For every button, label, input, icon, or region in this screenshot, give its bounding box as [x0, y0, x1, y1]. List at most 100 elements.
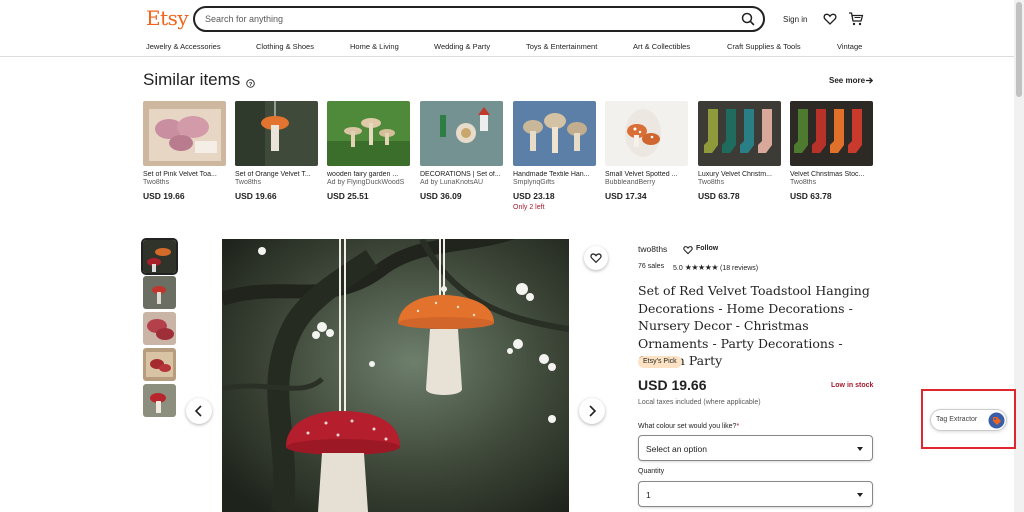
item-title[interactable]: Luxury Velvet Christm... [698, 171, 781, 178]
category-vintage[interactable]: Vintage [837, 42, 862, 51]
chevron-right-icon [589, 405, 597, 417]
item-thumbnail[interactable] [420, 101, 503, 166]
similar-item-card[interactable]: Velvet Christmas Stoc... Two8ths USD 63.… [790, 101, 873, 201]
favorite-item-button[interactable] [584, 246, 608, 270]
item-thumbnail[interactable] [790, 101, 873, 166]
item-shop: Two8ths [698, 179, 725, 186]
rating-summary[interactable]: 5.0 ★★★★★ (18 reviews) [673, 263, 758, 272]
heart-icon [683, 246, 693, 255]
tag-extractor-label: Tag Extractor [936, 416, 978, 423]
required-marker: * [736, 423, 740, 430]
colour-set-select[interactable]: Select an option [638, 435, 873, 461]
item-title[interactable]: Small Velvet Spotted ... [605, 171, 688, 178]
gallery-thumbnail[interactable] [143, 312, 176, 345]
quantity-select[interactable]: 1 [638, 481, 873, 507]
category-clothing[interactable]: Clothing & Shoes [256, 42, 314, 51]
sales-count: 76 sales [638, 263, 665, 270]
next-image-button[interactable] [579, 398, 605, 424]
similar-item-card[interactable]: DECORATIONS | Set of... Ad by LunaKnotsA… [420, 101, 503, 201]
item-price: USD 25.51 [327, 191, 369, 201]
cart-icon[interactable] [848, 11, 864, 27]
sign-in-link[interactable]: Sign in [783, 15, 807, 24]
item-thumbnail[interactable] [143, 101, 226, 166]
etsy-logo[interactable]: Etsy [146, 6, 189, 30]
review-count[interactable]: (18 reviews) [720, 265, 758, 272]
caret-down-icon [857, 493, 863, 497]
star-rating-icon: ★★★★★ [684, 263, 719, 272]
item-price: USD 19.66 [143, 191, 185, 201]
item-title[interactable]: Set of Pink Velvet Toa... [143, 171, 226, 178]
item-shop: Two8ths [235, 179, 262, 186]
similar-item-card[interactable]: Handmade Textile Han... SmplynqGifts USD… [513, 101, 596, 211]
rating-value: 5.0 [673, 265, 683, 272]
item-shop: Ad by LunaKnotsAU [420, 179, 484, 186]
search-icon[interactable] [739, 10, 757, 28]
category-jewelry[interactable]: Jewelry & Accessories [146, 42, 221, 51]
search-bar[interactable] [193, 6, 765, 32]
main-product-image[interactable] [222, 239, 569, 512]
item-title[interactable]: wooden fairy garden ... [327, 171, 410, 178]
stock-warning: Only 2 left [513, 204, 545, 211]
item-price: USD 63.78 [698, 191, 740, 201]
item-title[interactable]: DECORATIONS | Set of... [420, 171, 503, 178]
help-circle-icon[interactable]: ? [246, 79, 255, 88]
gallery-thumbnail[interactable] [143, 276, 176, 309]
gallery-thumbnail[interactable] [143, 348, 176, 381]
etsys-pick-badge: Etsy's Pick [638, 356, 682, 368]
item-price: USD 63.78 [790, 191, 832, 201]
similar-item-card[interactable]: Small Velvet Spotted ... BubbleandBerry … [605, 101, 688, 201]
item-title[interactable]: Velvet Christmas Stoc... [790, 171, 873, 178]
gallery-thumbnail-selected[interactable] [141, 238, 178, 275]
item-shop: BubbleandBerry [605, 179, 656, 186]
caret-down-icon [857, 447, 863, 451]
colour-set-value: Select an option [646, 444, 707, 454]
item-shop: Two8ths [790, 179, 817, 186]
item-thumbnail[interactable] [513, 101, 596, 166]
product-price: USD 19.66 [638, 377, 707, 393]
item-price: USD 17.34 [605, 191, 647, 201]
site-header: Etsy Sign in Jewelry & Accessories Cloth… [0, 0, 1014, 57]
quantity-label: Quantity [638, 468, 665, 475]
previous-image-button[interactable] [186, 398, 212, 424]
see-more-link[interactable]: See more [829, 76, 865, 85]
item-title[interactable]: Set of Orange Velvet T... [235, 171, 318, 178]
item-price: USD 23.18 [513, 191, 555, 201]
category-craft[interactable]: Craft Supplies & Tools [727, 42, 801, 51]
heart-icon [590, 253, 602, 264]
search-input[interactable] [205, 11, 725, 27]
tag-extractor-logo-icon [988, 412, 1005, 429]
category-art[interactable]: Art & Collectibles [633, 42, 690, 51]
svg-text:?: ? [249, 82, 253, 88]
item-thumbnail[interactable] [327, 101, 410, 166]
arrow-right-icon[interactable] [865, 76, 874, 85]
follow-label: Follow [696, 245, 719, 252]
low-stock-warning: Low in stock [831, 382, 874, 389]
shop-name-link[interactable]: two8ths [638, 244, 667, 254]
item-price: USD 36.09 [420, 191, 462, 201]
item-shop: Two8ths [143, 179, 170, 186]
item-thumbnail[interactable] [605, 101, 688, 166]
chevron-left-icon [194, 405, 202, 417]
similar-items-heading: Similar items [143, 70, 241, 89]
item-title[interactable]: Handmade Textile Han... [513, 171, 596, 178]
similar-item-card[interactable]: Set of Orange Velvet T... Two8ths USD 19… [235, 101, 318, 201]
tax-note: Local taxes included (where applicable) [638, 399, 761, 406]
similar-item-card[interactable]: wooden fairy garden ... Ad by FlyingDuck… [327, 101, 410, 201]
tag-extractor-button[interactable]: Tag Extractor [930, 409, 1007, 431]
gallery-thumbnail[interactable] [143, 384, 176, 417]
category-home[interactable]: Home & Living [350, 42, 399, 51]
category-nav: Jewelry & Accessories Clothing & Shoes H… [146, 42, 876, 52]
scrollbar-thumb[interactable] [1016, 2, 1022, 97]
item-shop: Ad by FlyingDuckWoodS [327, 179, 405, 186]
quantity-value: 1 [646, 490, 651, 500]
colour-set-label: What colour set would you like?* [638, 423, 739, 430]
colour-set-label-text: What colour set would you like? [638, 423, 737, 430]
item-thumbnail[interactable] [235, 101, 318, 166]
item-thumbnail[interactable] [698, 101, 781, 166]
item-price: USD 19.66 [235, 191, 277, 201]
category-toys[interactable]: Toys & Entertainment [526, 42, 597, 51]
similar-item-card[interactable]: Set of Pink Velvet Toa... Two8ths USD 19… [143, 101, 226, 201]
similar-item-card[interactable]: Luxury Velvet Christm... Two8ths USD 63.… [698, 101, 781, 201]
favorites-heart-icon[interactable] [823, 12, 837, 26]
category-wedding[interactable]: Wedding & Party [434, 42, 490, 51]
